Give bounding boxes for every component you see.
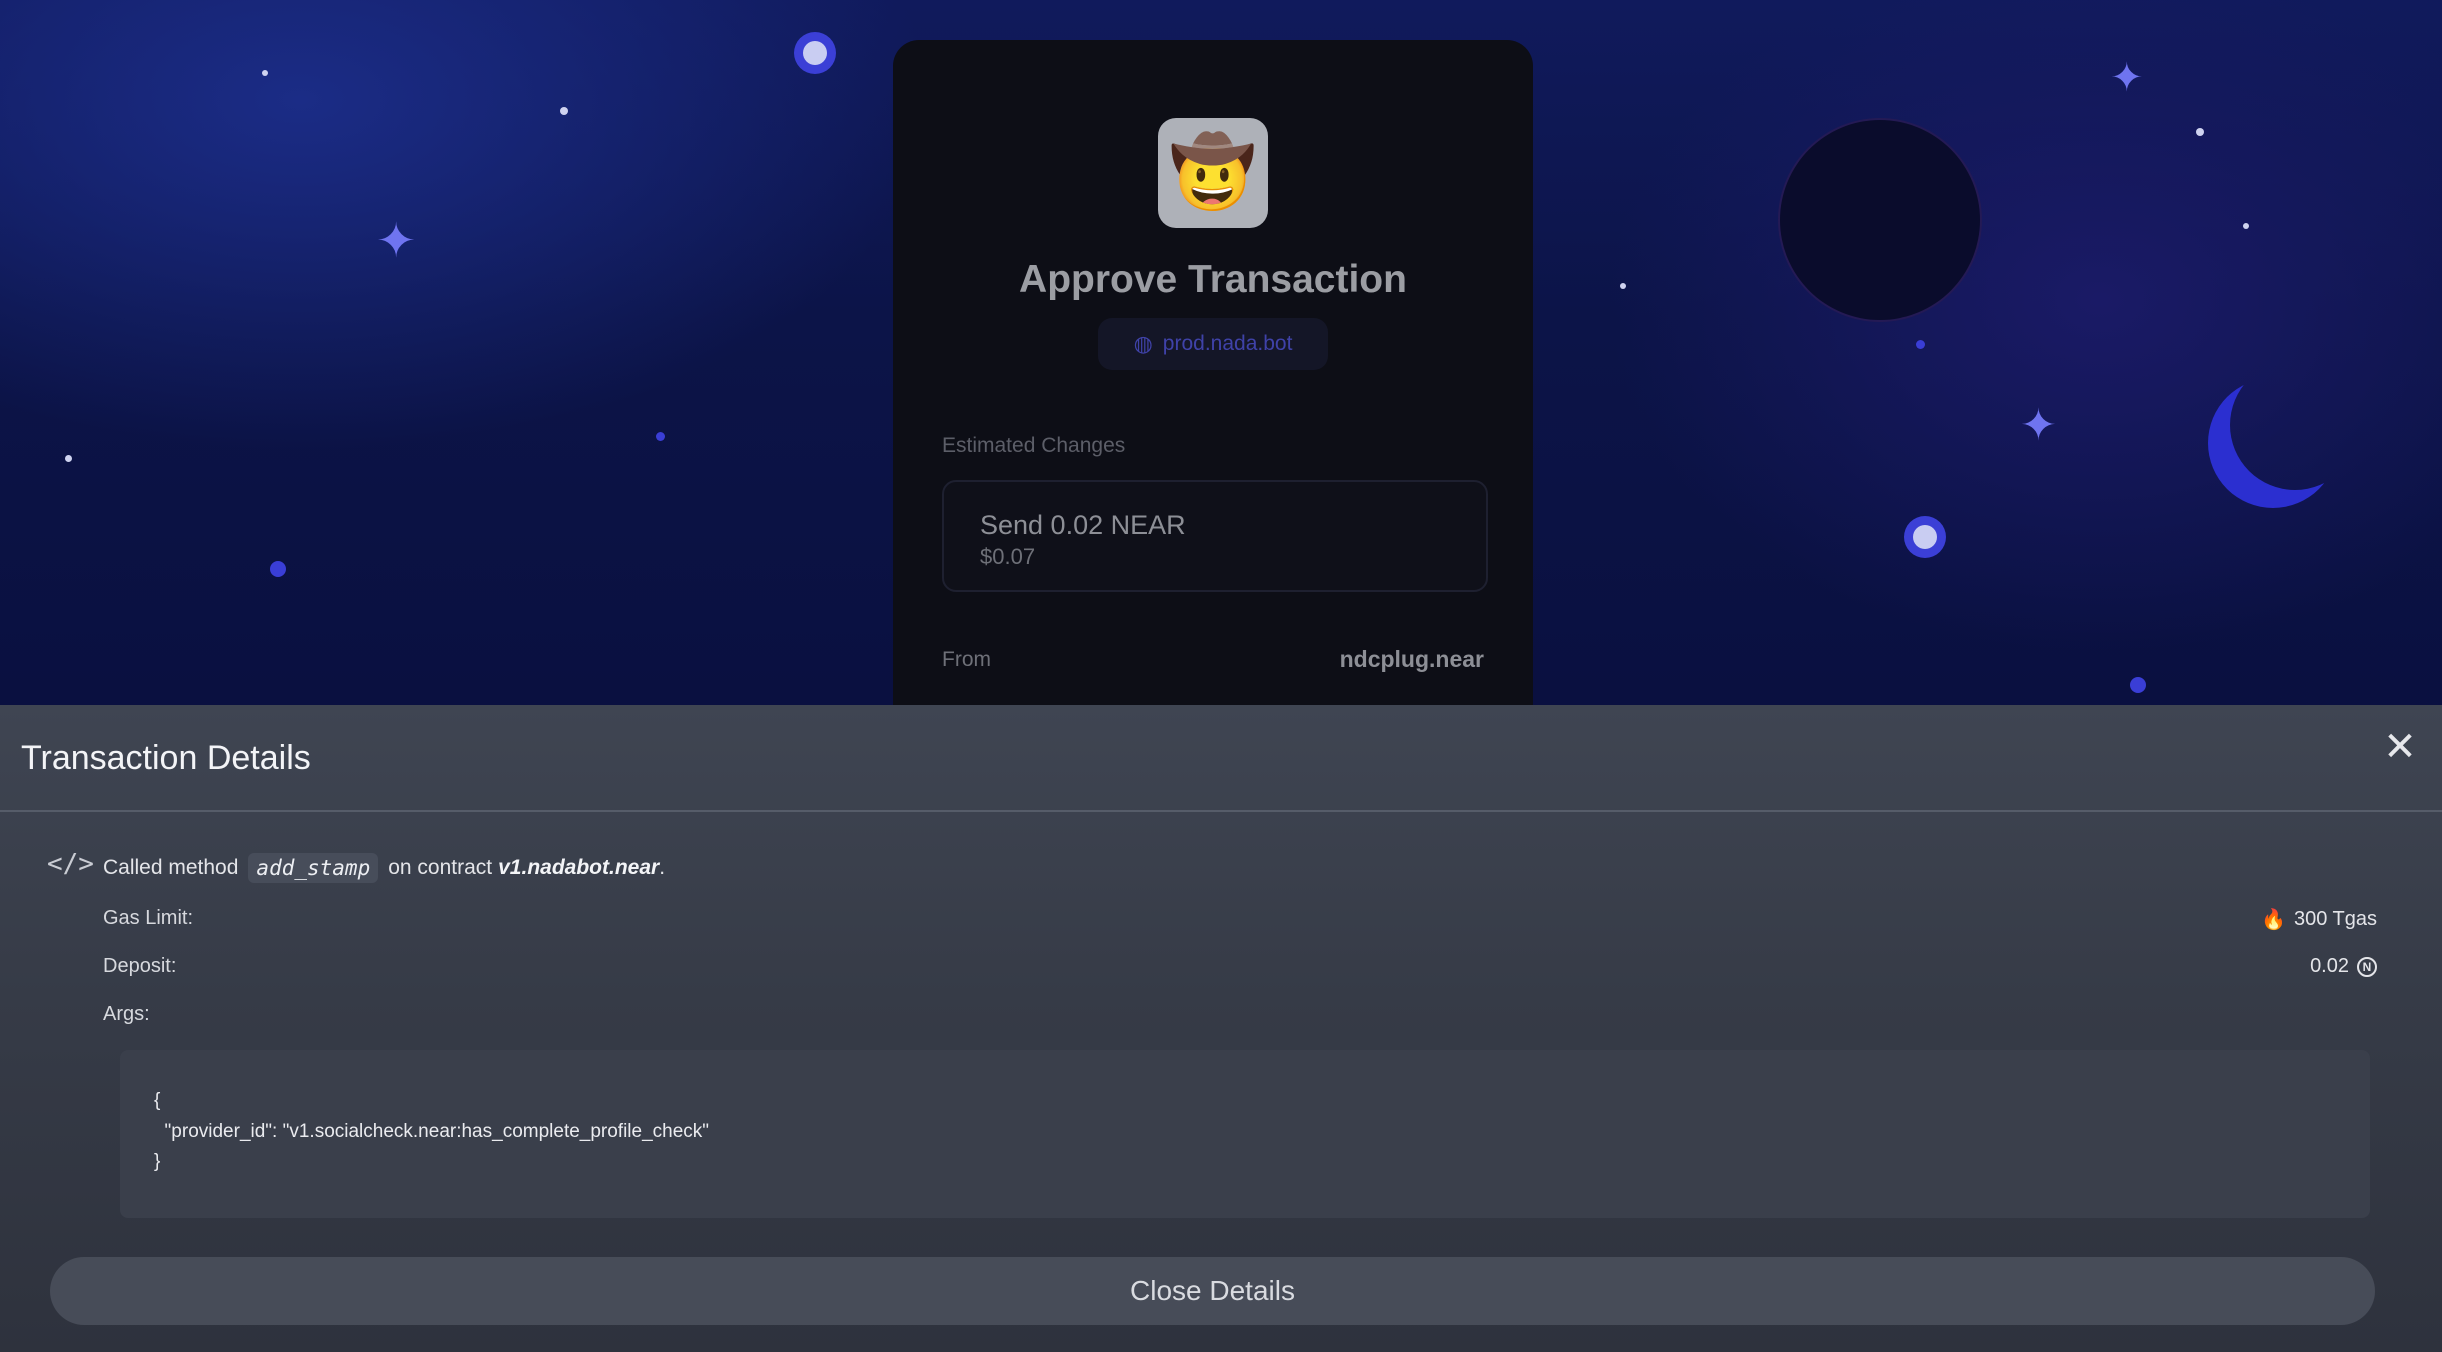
contract-wrap: v1.nadabot.near. — [498, 856, 665, 880]
star-dot — [2196, 128, 2204, 136]
sparkle-icon: ✦ — [376, 215, 417, 268]
gas-limit-label: Gas Limit: — [103, 907, 194, 929]
on-contract-text: on contract — [388, 856, 493, 879]
args-line: { — [154, 1090, 161, 1111]
star-dot — [2243, 223, 2249, 229]
star-dot — [1620, 283, 1626, 289]
background-scene: ✦ ✦ ✦ 🤠 Approve Transaction ◍ prod.nada.… — [0, 0, 2442, 705]
transaction-details-sheet: Transaction Details ✕ </> Called method … — [0, 705, 2442, 1352]
deposit-value-row: 0.02 N — [2310, 955, 2377, 978]
sparkle-icon: ✦ — [2110, 56, 2144, 100]
close-details-button[interactable]: Close Details — [50, 1257, 2375, 1325]
sheet-title: Transaction Details — [21, 739, 311, 777]
dark-planet — [1780, 120, 1980, 320]
approval-card: 🤠 Approve Transaction ◍ prod.nada.bot Es… — [893, 40, 1533, 705]
send-usd: $0.07 — [980, 544, 1036, 569]
method-name: add_stamp — [248, 853, 379, 883]
from-account: ndcplug.near — [1339, 646, 1484, 672]
near-symbol-icon: N — [2357, 956, 2377, 977]
period: . — [659, 856, 666, 879]
send-amount: Send 0.02 NEAR — [980, 510, 1186, 540]
flame-icon: 🔥 — [2261, 909, 2286, 931]
blue-dot — [270, 561, 286, 577]
planet-orb — [1913, 525, 1937, 549]
app-avatar-icon: 🤠 — [1158, 118, 1268, 228]
star-dot — [262, 70, 268, 76]
args-line: } — [154, 1151, 161, 1172]
deposit-label: Deposit: — [103, 955, 177, 977]
moon-icon — [2230, 360, 2360, 490]
sparkle-icon: ✦ — [2020, 401, 2057, 450]
globe-icon: ◍ — [1133, 331, 1153, 356]
origin-badge: ◍ prod.nada.bot — [1098, 318, 1328, 370]
method-call-line: Called method add_stamp on contract v1.n… — [103, 853, 665, 883]
called-method-prefix: Called method — [103, 856, 239, 879]
blue-dot — [1916, 340, 1925, 349]
args-label: Args: — [103, 1003, 150, 1025]
star-dot — [560, 107, 568, 115]
divider — [0, 810, 2442, 812]
gas-limit-value-row: 🔥 300 Tgas — [2261, 907, 2377, 932]
star-dot — [65, 455, 72, 462]
estimated-changes-box: Send 0.02 NEAR $0.07 — [942, 480, 1488, 592]
planet-orb — [803, 41, 827, 65]
blue-dot — [656, 432, 665, 441]
args-code-block: { "provider_id": "v1.socialcheck.near:ha… — [120, 1050, 2370, 1218]
contract-name: v1.nadabot.near — [498, 856, 660, 879]
gas-limit-value: 300 Tgas — [2293, 908, 2377, 930]
origin-text: prod.nada.bot — [1162, 332, 1293, 355]
close-icon[interactable]: ✕ — [2378, 725, 2422, 769]
estimated-changes-label: Estimated Changes — [942, 434, 1126, 457]
deposit-value: 0.02 — [2310, 955, 2349, 977]
blue-dot — [2130, 677, 2146, 693]
code-icon: </> — [47, 849, 94, 879]
approval-title: Approve Transaction — [1019, 258, 1407, 301]
from-label: From — [942, 648, 991, 671]
args-line: "provider_id": "v1.socialcheck.near:has_… — [154, 1121, 710, 1142]
